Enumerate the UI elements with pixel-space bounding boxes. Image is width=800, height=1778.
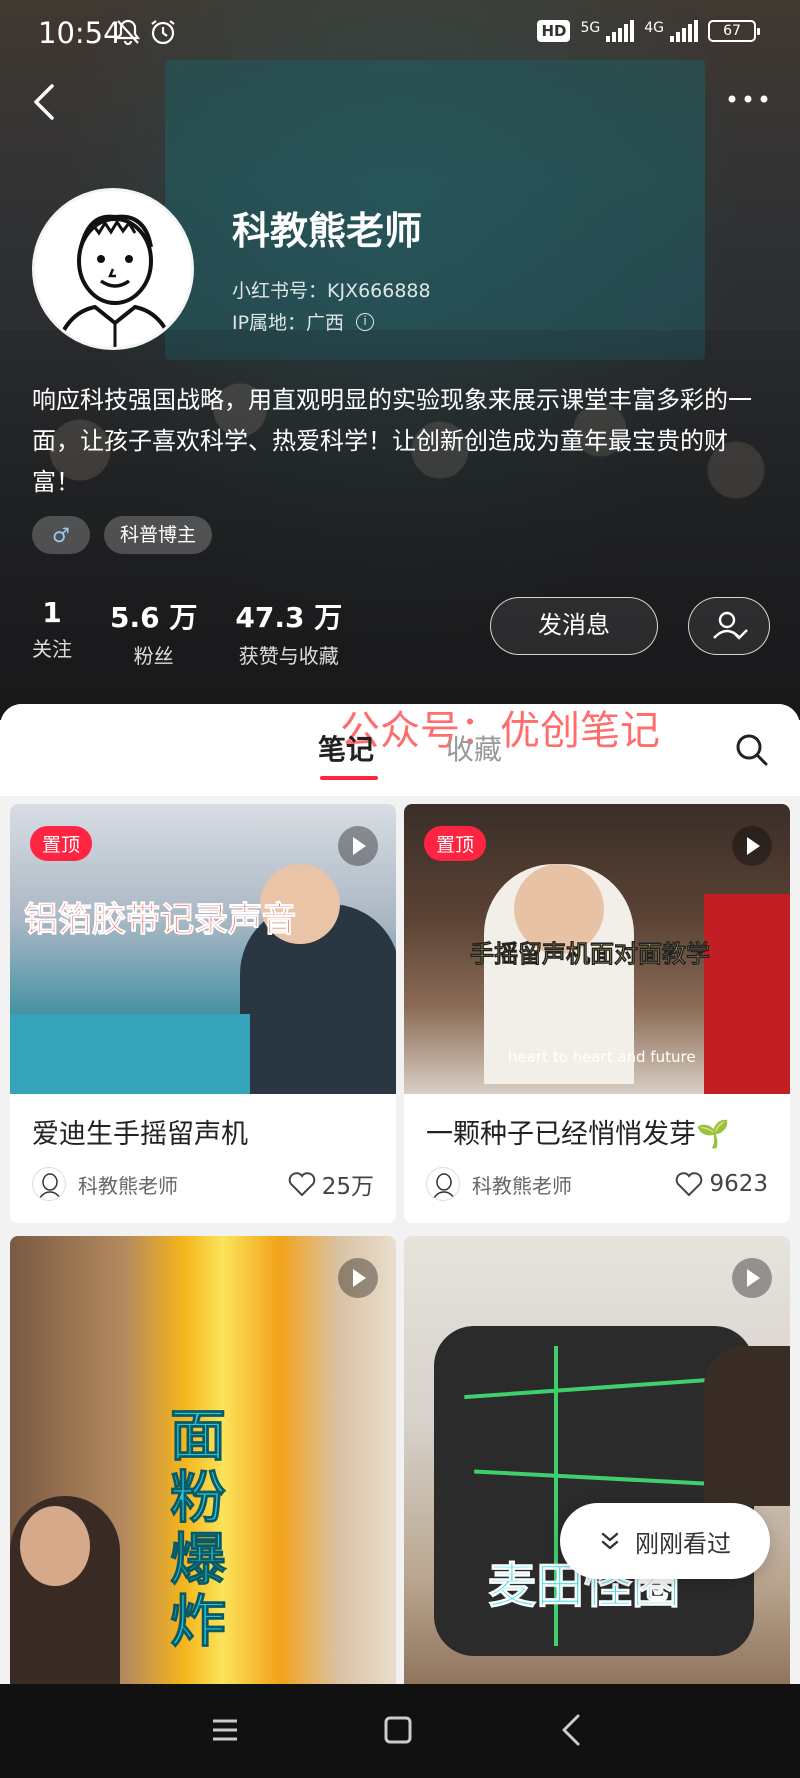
hd-badge: HD	[537, 20, 571, 42]
note-title: 爱迪生手摇留声机	[32, 1119, 248, 1150]
note-thumbnail: 置顶 手摇留声机面对面教学 heart to heart and future	[404, 804, 790, 1094]
note-thumbnail: 面粉爆炸	[10, 1236, 396, 1684]
author-avatar[interactable]	[426, 1167, 460, 1201]
cartoon-face-icon	[432, 1173, 456, 1200]
thumbnail-caption: 面粉爆炸	[170, 1404, 227, 1655]
battery-icon: 67	[708, 20, 760, 42]
ip-location: IP属地：广西 i	[232, 308, 375, 335]
note-card[interactable]: 麦田怪圈	[404, 1236, 790, 1684]
note-thumbnail: 麦田怪圈	[404, 1236, 790, 1684]
cartoon-face-icon	[38, 1173, 62, 1200]
thumbnail-caption: 铝箔胶带记录声音	[24, 900, 297, 941]
home-square-icon	[384, 1716, 412, 1744]
like-count[interactable]: 25万	[288, 1167, 374, 1201]
back-button[interactable]	[28, 80, 68, 124]
play-icon	[338, 826, 378, 866]
pinned-badge: 置顶	[30, 826, 93, 861]
back-nav-button[interactable]	[552, 1710, 592, 1750]
play-icon	[732, 1258, 772, 1298]
chevron-double-down-icon	[601, 1532, 619, 1550]
tab-active-indicator	[320, 776, 378, 780]
note-card[interactable]: 面粉爆炸	[10, 1236, 396, 1684]
user-check-icon	[713, 611, 748, 640]
profile-tags: ♂ 科普博主	[32, 516, 213, 554]
author-name[interactable]: 科教熊老师	[472, 1170, 675, 1199]
author-name[interactable]: 科教熊老师	[78, 1170, 288, 1199]
profile-header: 10:54 HD 5G 4G 67 科教熊老师 小红书号：KJX666888 I…	[0, 0, 800, 720]
following-status-button[interactable]	[688, 597, 770, 655]
play-icon	[338, 1258, 378, 1298]
pinned-badge: 置顶	[424, 826, 487, 861]
mute-bell-icon	[115, 19, 141, 46]
gender-male-icon: ♂	[32, 516, 90, 554]
tab-collections[interactable]: 收藏	[446, 728, 502, 768]
stat-followers[interactable]: 5.6 万 粉丝	[110, 596, 197, 669]
signal-icon	[606, 20, 635, 42]
send-message-button[interactable]: 发消息	[490, 597, 658, 655]
author-avatar[interactable]	[32, 1167, 66, 1201]
note-title: 一颗种子已经悄悄发芽🌱	[426, 1119, 730, 1150]
stat-likes-collections[interactable]: 47.3 万 获赞与收藏	[235, 596, 342, 669]
chevron-left-icon	[34, 84, 54, 120]
alarm-icon	[151, 20, 175, 45]
note-card[interactable]: 置顶 手摇留声机面对面教学 heart to heart and future …	[404, 804, 790, 1223]
search-icon	[736, 734, 768, 766]
like-count[interactable]: 9623	[675, 1171, 768, 1197]
avatar[interactable]	[32, 188, 194, 350]
note-thumbnail: 置顶 铝箔胶带记录声音	[10, 804, 396, 1094]
status-bar: 10:54 HD 5G 4G 67	[0, 0, 800, 72]
info-icon[interactable]: i	[356, 312, 375, 331]
thumbnail-caption: 手摇留声机面对面教学	[470, 940, 711, 969]
profile-bio: 响应科技强国战略，用直观明显的实验现象来展示课堂丰富多彩的一面，让孩子喜欢科学、…	[32, 386, 752, 496]
more-options-button[interactable]	[724, 86, 772, 116]
menu-nav-button[interactable]	[205, 1710, 245, 1750]
heart-icon	[288, 1172, 316, 1197]
back-arrow-icon	[562, 1714, 580, 1746]
tab-notes[interactable]: 笔记	[318, 728, 374, 768]
note-card[interactable]: 置顶 铝箔胶带记录声音 爱迪生手摇留声机 科教熊老师 25万	[10, 804, 396, 1223]
ellipsis-icon	[728, 95, 768, 103]
system-nav-bar	[0, 1684, 800, 1778]
recently-viewed-button[interactable]: 刚刚看过	[560, 1503, 770, 1579]
status-time: 10:54	[38, 16, 122, 50]
menu-icon	[213, 1719, 237, 1741]
stat-following[interactable]: 1 关注	[32, 596, 72, 669]
home-nav-button[interactable]	[378, 1710, 418, 1750]
cartoon-face-icon	[35, 191, 191, 347]
play-icon	[732, 826, 772, 866]
heart-icon	[676, 1172, 703, 1197]
thumbnail-subcaption: heart to heart and future	[508, 1048, 696, 1066]
signal-icon	[670, 20, 698, 42]
profile-stats: 1 关注 5.6 万 粉丝 47.3 万 获赞与收藏	[32, 596, 342, 669]
tab-bar: 公众号：优创笔记 笔记 收藏	[0, 704, 800, 796]
search-button[interactable]	[734, 732, 770, 768]
profile-name: 科教熊老师	[232, 209, 423, 253]
red-id: 小红书号：KJX666888	[232, 280, 431, 302]
tag-science-blogger: 科普博主	[104, 516, 213, 554]
